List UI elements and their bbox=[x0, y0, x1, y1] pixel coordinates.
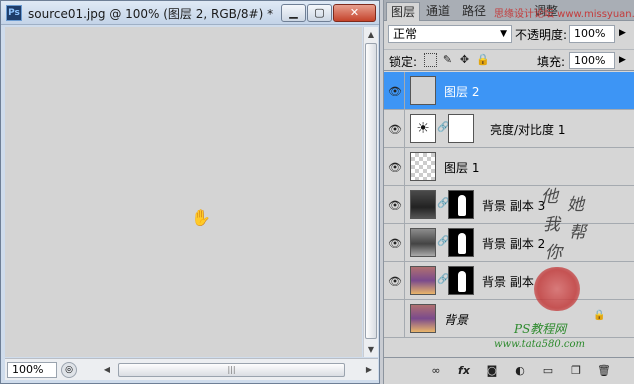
minimize-button[interactable]: ▁ bbox=[281, 4, 306, 22]
layer-name: 背景 bbox=[444, 313, 469, 327]
image-canvas[interactable]: ✋ bbox=[5, 27, 362, 357]
layer-name: 背景 副本 bbox=[482, 275, 534, 289]
layer-mask-thumbnail[interactable] bbox=[448, 114, 474, 143]
layer-row-layer-2[interactable]: 👁 图层 2 bbox=[384, 72, 634, 110]
layer-thumbnail bbox=[410, 190, 436, 219]
document-title: source01.jpg @ 100% (图层 2, RGB/8#) * bbox=[28, 7, 274, 21]
status-menu-icon[interactable]: ◎ bbox=[61, 362, 77, 378]
visibility-toggle[interactable]: 👁 bbox=[385, 224, 405, 261]
watermark-text: 思缘设计论坛 www.missyuan.com bbox=[494, 9, 634, 20]
layer-thumbnail bbox=[410, 266, 436, 295]
opacity-label: 不透明度: bbox=[515, 28, 568, 42]
vertical-scrollbar[interactable]: ▲ ▼ bbox=[363, 27, 378, 357]
layer-thumbnail bbox=[410, 304, 436, 333]
calligraphy-char: 我 bbox=[543, 215, 560, 235]
opacity-slider-arrow-icon[interactable]: ▶ bbox=[619, 28, 626, 38]
blend-mode-select[interactable]: 正常 ▼ bbox=[388, 25, 512, 43]
maximize-button[interactable]: ▢ bbox=[307, 4, 332, 22]
new-adjustment-layer-icon[interactable]: ◐ bbox=[512, 363, 528, 379]
eye-icon: 👁 bbox=[388, 275, 402, 288]
layer-name: 亮度/对比度 1 bbox=[490, 123, 566, 137]
calligraphy-char: 帮 bbox=[569, 223, 586, 243]
close-button[interactable]: ✕ bbox=[333, 4, 376, 22]
layer-thumbnail bbox=[410, 228, 436, 257]
lock-transparent-pixels-icon[interactable] bbox=[424, 53, 437, 67]
visibility-toggle[interactable]: 👁 bbox=[385, 148, 405, 185]
eye-icon: 👁 bbox=[388, 161, 402, 174]
panel-tab-bar: 图层 通道 路径 调整 思缘设计论坛 www.missyuan.com bbox=[384, 0, 634, 21]
link-layers-icon[interactable]: ∞ bbox=[428, 363, 444, 379]
fill-label: 填充: bbox=[537, 55, 566, 69]
eye-icon: 👁 bbox=[388, 237, 402, 250]
hand-cursor-icon: ✋ bbox=[191, 208, 211, 227]
new-layer-icon[interactable]: ❐ bbox=[568, 363, 584, 379]
tab-layers[interactable]: 图层 bbox=[386, 2, 420, 21]
layers-panel: 图层 通道 路径 调整 思缘设计论坛 www.missyuan.com 正常 ▼… bbox=[383, 0, 634, 384]
mask-silhouette bbox=[458, 233, 466, 254]
layer-name: 背景 副本 3 bbox=[482, 199, 546, 213]
lock-position-icon[interactable]: ✥ bbox=[458, 53, 471, 67]
lock-image-pixels-icon[interactable]: ✎ bbox=[441, 53, 454, 67]
new-group-folder-icon[interactable]: ▭ bbox=[540, 363, 556, 379]
layer-mask-thumbnail[interactable] bbox=[448, 190, 474, 219]
eye-icon: 👁 bbox=[388, 123, 402, 136]
chevron-down-icon: ▼ bbox=[500, 29, 507, 39]
calligraphy-char: 他 bbox=[541, 187, 558, 207]
scroll-up-arrow-icon[interactable]: ▲ bbox=[364, 27, 378, 42]
blend-mode-value: 正常 bbox=[393, 27, 418, 41]
layer-style-fx-icon[interactable]: fx bbox=[456, 363, 472, 379]
scroll-right-arrow-icon[interactable]: ▶ bbox=[362, 363, 376, 377]
zoom-level-field[interactable]: 100% bbox=[7, 362, 57, 378]
lock-row: 锁定: ✎ ✥ 🔒 填充: 100% ▶ bbox=[384, 49, 634, 71]
horizontal-scroll-thumb[interactable]: ||| bbox=[118, 363, 345, 377]
eye-icon: 👁 bbox=[388, 199, 402, 212]
document-window: Ps source01.jpg @ 100% (图层 2, RGB/8#) * … bbox=[0, 0, 380, 384]
delete-layer-trash-icon[interactable]: 🗑 bbox=[596, 363, 612, 379]
visibility-toggle[interactable]: 👁 bbox=[385, 110, 405, 147]
status-bar: 100% ◎ ◀ ||| ▶ bbox=[5, 358, 378, 380]
brightness-contrast-adjustment-icon: ☀ bbox=[410, 114, 436, 143]
layer-name: 图层 1 bbox=[444, 161, 480, 175]
watermark-brand: PS教程网 bbox=[514, 322, 567, 336]
layers-panel-footer: ∞ fx ◙ ◐ ▭ ❐ 🗑 bbox=[384, 357, 634, 384]
tab-channels[interactable]: 通道 bbox=[422, 2, 454, 21]
layer-row-layer-1[interactable]: 👁 图层 1 bbox=[384, 148, 634, 186]
lock-all-icon[interactable]: 🔒 bbox=[476, 53, 490, 67]
layer-list: 👁 图层 2 👁 ☀ 🔗 亮度/对比度 1 👁 图层 1 👁 🔗 背景 副本 3 bbox=[384, 72, 634, 355]
visibility-toggle[interactable]: 👁 bbox=[385, 262, 405, 299]
visibility-toggle[interactable]: 👁 bbox=[385, 72, 405, 109]
photoshop-app-icon: Ps bbox=[6, 5, 22, 21]
layer-name: 背景 副本 2 bbox=[482, 237, 546, 251]
layer-name: 图层 2 bbox=[444, 85, 480, 99]
mask-silhouette bbox=[458, 195, 466, 216]
horizontal-scrollbar[interactable]: ||| bbox=[115, 363, 360, 377]
calligraphy-char: 你 bbox=[545, 243, 562, 263]
red-seal-stamp bbox=[534, 267, 580, 311]
scroll-left-arrow-icon[interactable]: ◀ bbox=[100, 363, 114, 377]
lock-label: 锁定: bbox=[389, 55, 418, 69]
document-titlebar[interactable]: Ps source01.jpg @ 100% (图层 2, RGB/8#) * … bbox=[1, 1, 379, 25]
scroll-down-arrow-icon[interactable]: ▼ bbox=[364, 342, 378, 357]
calligraphy-char: 她 bbox=[567, 195, 584, 215]
eye-icon: 👁 bbox=[388, 85, 402, 98]
layer-mask-thumbnail[interactable] bbox=[448, 228, 474, 257]
fill-input[interactable]: 100% bbox=[569, 52, 615, 69]
visibility-toggle-off[interactable] bbox=[385, 300, 405, 337]
tab-paths[interactable]: 路径 bbox=[458, 2, 490, 21]
layer-row-brightness-contrast[interactable]: 👁 ☀ 🔗 亮度/对比度 1 bbox=[384, 110, 634, 148]
add-mask-icon[interactable]: ◙ bbox=[484, 363, 500, 379]
mask-silhouette bbox=[458, 271, 466, 292]
layer-thumbnail bbox=[410, 152, 436, 181]
layer-mask-thumbnail[interactable] bbox=[448, 266, 474, 295]
fill-slider-arrow-icon[interactable]: ▶ bbox=[619, 55, 626, 65]
layer-thumbnail bbox=[410, 76, 436, 105]
visibility-toggle[interactable]: 👁 bbox=[385, 186, 405, 223]
watermark-url: www.tata580.com bbox=[494, 339, 586, 350]
opacity-input[interactable]: 100% bbox=[569, 25, 615, 43]
vertical-scroll-thumb[interactable] bbox=[365, 43, 377, 339]
